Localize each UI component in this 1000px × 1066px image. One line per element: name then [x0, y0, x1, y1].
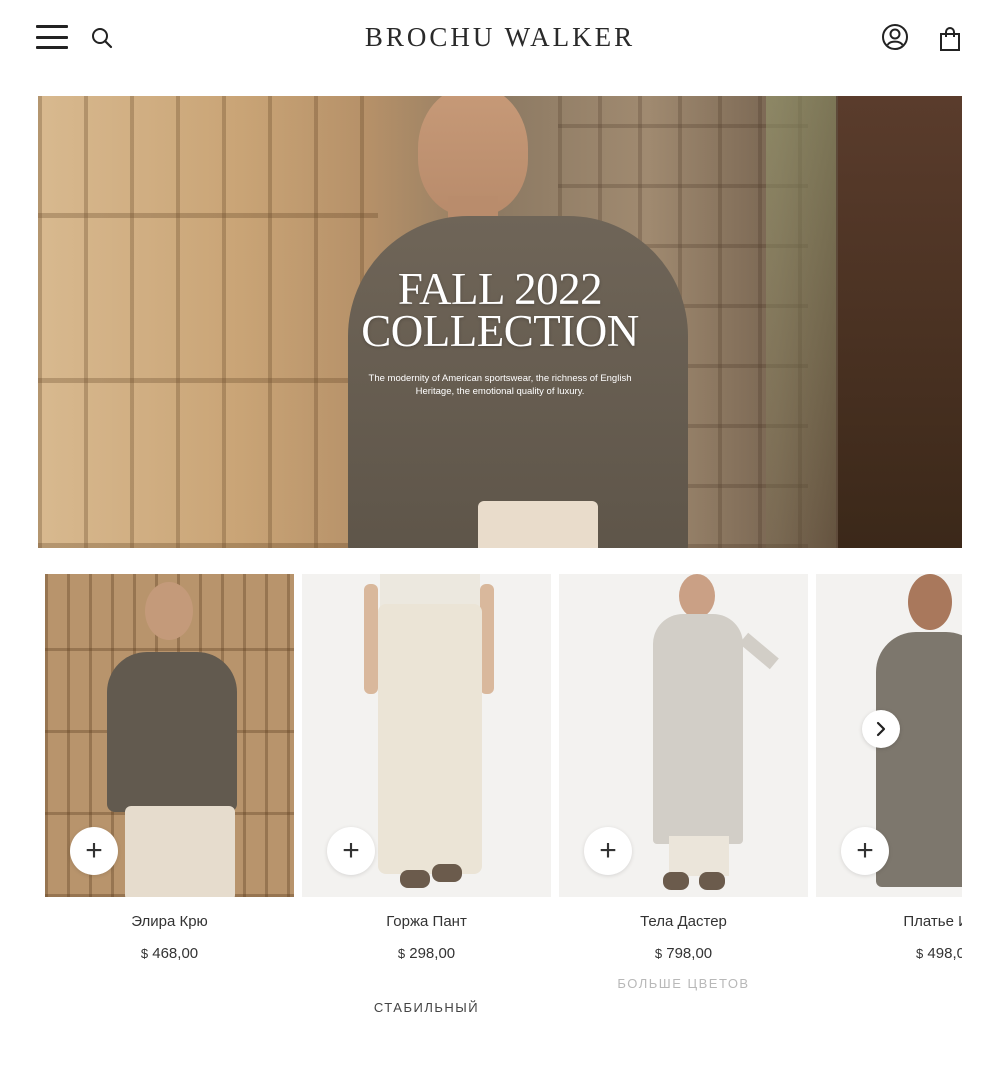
add-to-cart-button[interactable]: + — [841, 827, 889, 875]
hero-title-line1: FALL 2022 — [397, 264, 603, 314]
price-value: 498,0 — [927, 945, 962, 962]
more-colors-link[interactable]: БОЛЬШЕ ЦВЕТОВ — [559, 976, 808, 991]
product-price: $ 498,0 — [816, 945, 962, 962]
hero-subtitle: The modernity of American sportswear, th… — [368, 373, 632, 397]
product-badge: СТАБИЛЬНЫЙ — [373, 1000, 480, 1015]
hero-text: FALL 2022 COLLECTION The modernity of Am… — [38, 264, 962, 398]
shopping-bag-icon[interactable] — [936, 24, 964, 54]
brand-logo[interactable]: BROCHU WALKER — [0, 22, 1000, 53]
price-value: 298,00 — [409, 945, 456, 962]
product-name[interactable]: Горжа Пант — [302, 913, 551, 930]
price-currency: $ — [916, 946, 924, 961]
price-value: 468,00 — [152, 945, 199, 962]
header: BROCHU WALKER — [0, 0, 1000, 76]
product-price: $ 798,00 — [559, 945, 808, 962]
price-value: 798,00 — [666, 945, 713, 962]
product-price: $ 468,00 — [45, 945, 294, 962]
price-currency: $ — [654, 946, 663, 961]
product-name[interactable]: Платье Ид — [816, 913, 962, 930]
product-name[interactable]: Тела Дастер — [559, 913, 808, 930]
product-price: $ 298,00 — [302, 945, 551, 962]
chevron-right-icon — [876, 721, 886, 737]
product-image[interactable]: + — [45, 574, 294, 897]
add-to-cart-button[interactable]: + — [584, 827, 632, 875]
add-to-cart-button[interactable]: + — [70, 827, 118, 875]
hero-banner[interactable]: FALL 2022 COLLECTION The modernity of Am… — [38, 96, 962, 548]
add-to-cart-button[interactable]: + — [327, 827, 375, 875]
product-carousel: + Элира Крю $ 468,00 + Горжа Пант $ 298,… — [45, 574, 962, 974]
product-card[interactable]: + Горжа Пант $ 298,00 — [302, 574, 551, 962]
product-card[interactable]: + Платье Ид $ 498,0 — [816, 574, 962, 962]
product-image[interactable]: + — [559, 574, 808, 897]
hero-title: FALL 2022 COLLECTION — [38, 264, 962, 356]
hero-title-line2: COLLECTION — [361, 306, 639, 356]
price-currency: $ — [397, 946, 406, 961]
product-name[interactable]: Элира Крю — [45, 913, 294, 930]
carousel-next-button[interactable] — [862, 710, 900, 748]
product-card[interactable]: + Тела Дастер $ 798,00 — [559, 574, 808, 962]
price-currency: $ — [140, 946, 149, 961]
product-image[interactable]: + — [302, 574, 551, 897]
product-card[interactable]: + Элира Крю $ 468,00 — [45, 574, 294, 962]
account-icon[interactable] — [880, 22, 910, 52]
